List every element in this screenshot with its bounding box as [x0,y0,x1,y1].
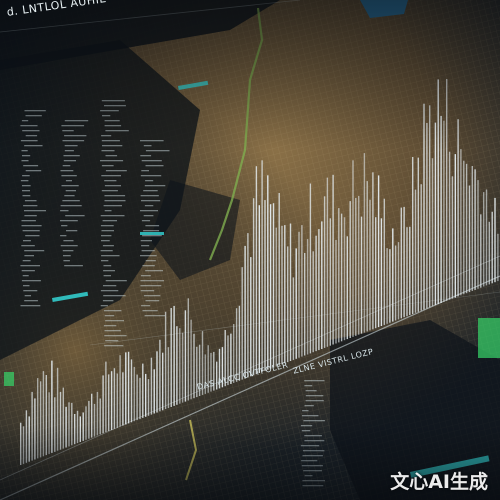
map-visualization [0,0,500,500]
vignette [0,0,500,500]
watermark: 文心AI生成 [390,471,488,493]
